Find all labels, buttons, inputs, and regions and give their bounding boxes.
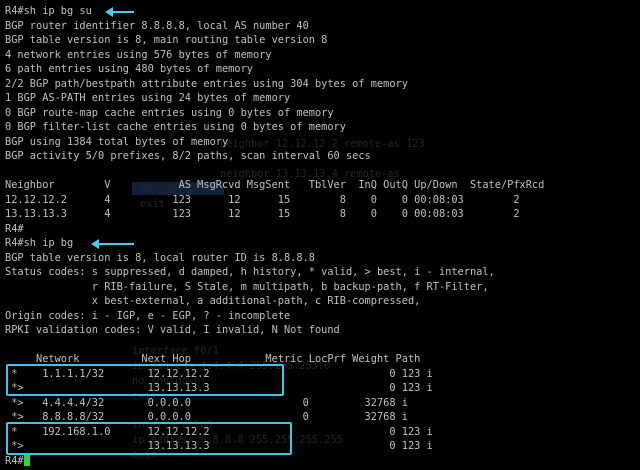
output-line: x best-external, a additional-path, c RI… <box>5 295 421 307</box>
output-line: 1 BGP AS-PATH entries using 24 bytes of … <box>5 92 291 104</box>
output-line: 6 path entries using 480 bytes of memory <box>5 63 253 75</box>
neighbor-row: 12.12.12.2 4 123 12 15 8 0 0 00:08:03 2 <box>5 193 520 206</box>
arrow-left-icon <box>105 7 134 17</box>
output-line: 0 BGP filter-list cache entries using 0 … <box>5 121 346 133</box>
output-line: 0 BGP route-map cache entries using 0 by… <box>5 106 334 119</box>
highlight-box <box>6 422 292 455</box>
prompt-text: R4# <box>5 454 24 467</box>
output-line: BGP table version is 8, main routing tab… <box>5 34 328 46</box>
output-line: Status codes: s suppressed, d damped, h … <box>5 266 495 278</box>
neighbor-table-header: Neighbor V AS MsgRcvd MsgSent TblVer InQ… <box>5 179 545 191</box>
output-line: BGP table version is 8, local router ID … <box>5 251 315 264</box>
output-line: 2/2 BGP path/bestpath attribute entries … <box>5 77 408 90</box>
terminal-output: R4#sh ip bg su BGP router identifier 8.8… <box>5 4 640 468</box>
output-line: BGP using 1384 total bytes of memory <box>5 135 229 148</box>
output-line: Origin codes: i - IGP, e - EGP, ? - inco… <box>5 309 291 322</box>
highlight-box <box>6 364 284 396</box>
output-line: BGP activity 5/0 prefixes, 8/2 paths, sc… <box>5 150 371 162</box>
command-line: R4#sh ip bg su <box>5 5 92 17</box>
arrow-left-icon <box>91 239 134 249</box>
output-line: 4 network entries using 576 bytes of mem… <box>5 48 272 61</box>
neighbor-row: 13.13.13.3 4 123 12 15 8 0 0 00:08:03 2 <box>5 208 520 220</box>
output-line: BGP router identifier 8.8.8.8, local AS … <box>5 19 309 32</box>
prompt-line: R4# <box>5 222 24 235</box>
output-line: RPKI validation codes: V valid, I invali… <box>5 324 340 336</box>
terminal-window[interactable]: neighbor 12.12.12.2 remote-as 123 neighb… <box>0 0 640 470</box>
output-line: r RIB-failure, S Stale, m multipath, b b… <box>5 280 489 293</box>
text-cursor <box>23 453 30 466</box>
bgp-table-row: *> 4.4.4.4/32 0.0.0.0 0 32768 i <box>5 396 408 409</box>
prompt-line[interactable]: R4# <box>5 453 640 469</box>
